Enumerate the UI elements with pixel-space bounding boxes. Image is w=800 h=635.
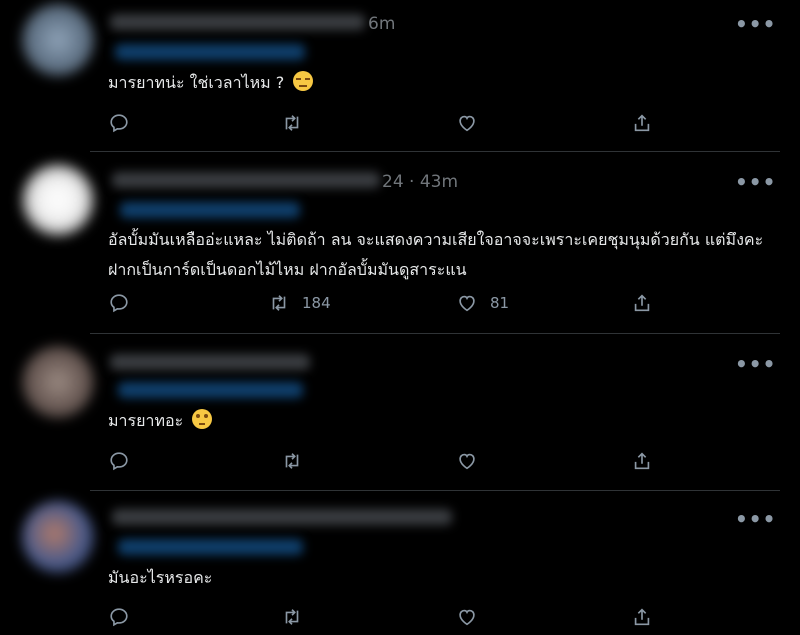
more-options-button[interactable]: •••: [735, 507, 776, 531]
retweet-button[interactable]: [281, 606, 315, 628]
reply-button[interactable]: [108, 450, 142, 472]
reply-button[interactable]: [108, 606, 142, 628]
tweet-actions: [108, 450, 668, 474]
more-options-button[interactable]: •••: [735, 12, 776, 36]
tweet-text-content: มารยาทน่ะ ใช่เวลาไหม ?: [108, 73, 285, 92]
retweet-icon: [285, 115, 299, 131]
tweet-actions: [108, 112, 668, 136]
share-icon: [634, 608, 650, 626]
user-handle-blurred[interactable]: [115, 44, 305, 60]
unamused-face-icon: [293, 71, 314, 91]
tweet-text: อัลบั้มมันเหลืออ่ะแหละ ไม่ติดถ้า ลน จะแส…: [108, 225, 768, 285]
retweet-button[interactable]: 184: [268, 292, 331, 314]
like-count: 81: [490, 294, 510, 312]
user-handle-blurred[interactable]: [118, 539, 303, 555]
more-options-button[interactable]: •••: [735, 352, 776, 376]
tweet-actions: [108, 606, 668, 630]
share-button[interactable]: [631, 112, 653, 134]
tweet-time[interactable]: 6m: [368, 14, 395, 34]
tweet-feed: 6m ••• มารยาทน่ะ ใช่เวลาไหม ? 24 · 43m •…: [0, 0, 800, 635]
user-name-blurred[interactable]: [112, 172, 380, 188]
tweet-text-content: อัลบั้มมันเหลืออ่ะแหละ ไม่ติดถ้า ลน จะแส…: [108, 230, 764, 279]
heart-icon: [459, 609, 475, 626]
avatar[interactable]: [22, 346, 94, 418]
retweet-button[interactable]: [281, 450, 315, 472]
avatar[interactable]: [22, 4, 94, 76]
share-icon: [634, 294, 650, 312]
user-handle-blurred[interactable]: [120, 202, 300, 218]
reply-icon: [110, 114, 128, 133]
user-handle-blurred[interactable]: [118, 382, 303, 398]
user-name-blurred[interactable]: [110, 14, 365, 30]
heart-icon: [459, 295, 475, 312]
share-button[interactable]: [631, 606, 653, 628]
tweet-2[interactable]: 24 · 43m ••• อัลบั้มมันเหลืออ่ะแหละ ไม่ต…: [0, 152, 800, 332]
user-name-blurred[interactable]: [110, 354, 310, 370]
tweet-4[interactable]: ••• มันอะไรหรอคะ: [0, 491, 800, 635]
tweet-text: มารยาทน่ะ ใช่เวลาไหม ?: [108, 68, 768, 98]
like-button[interactable]: [456, 112, 490, 134]
retweet-icon: [285, 453, 299, 469]
retweet-count: 184: [302, 294, 331, 312]
retweet-button[interactable]: [281, 112, 315, 134]
reply-icon: [110, 452, 128, 471]
tweet-time[interactable]: 24 · 43m: [382, 172, 458, 192]
like-button[interactable]: 81: [456, 292, 509, 314]
tweet-text: มารยาทอะ: [108, 406, 768, 436]
share-button[interactable]: [631, 292, 653, 314]
avatar[interactable]: [22, 501, 94, 573]
share-icon: [634, 114, 650, 132]
eye-roll-face-icon: [192, 409, 213, 429]
heart-icon: [459, 453, 475, 470]
share-button[interactable]: [631, 450, 653, 472]
tweet-text: มันอะไรหรอคะ: [108, 563, 768, 593]
reply-icon: [110, 294, 128, 313]
tweet-text-content: มันอะไรหรอคะ: [108, 568, 213, 587]
more-options-button[interactable]: •••: [735, 170, 776, 194]
heart-icon: [459, 115, 475, 132]
avatar[interactable]: [22, 164, 94, 236]
retweet-icon: [285, 609, 299, 625]
retweet-icon: [272, 295, 286, 311]
tweet-1[interactable]: 6m ••• มารยาทน่ะ ใช่เวลาไหม ?: [0, 0, 800, 150]
like-button[interactable]: [456, 450, 490, 472]
like-button[interactable]: [456, 606, 490, 628]
reply-button[interactable]: [108, 292, 142, 314]
tweet-3[interactable]: ••• มารยาทอะ: [0, 334, 800, 489]
tweet-actions: 184 81: [108, 292, 668, 316]
tweet-text-content: มารยาทอะ: [108, 411, 184, 430]
share-icon: [634, 452, 650, 470]
reply-button[interactable]: [108, 112, 142, 134]
user-name-blurred[interactable]: [112, 509, 452, 525]
reply-icon: [110, 608, 128, 627]
